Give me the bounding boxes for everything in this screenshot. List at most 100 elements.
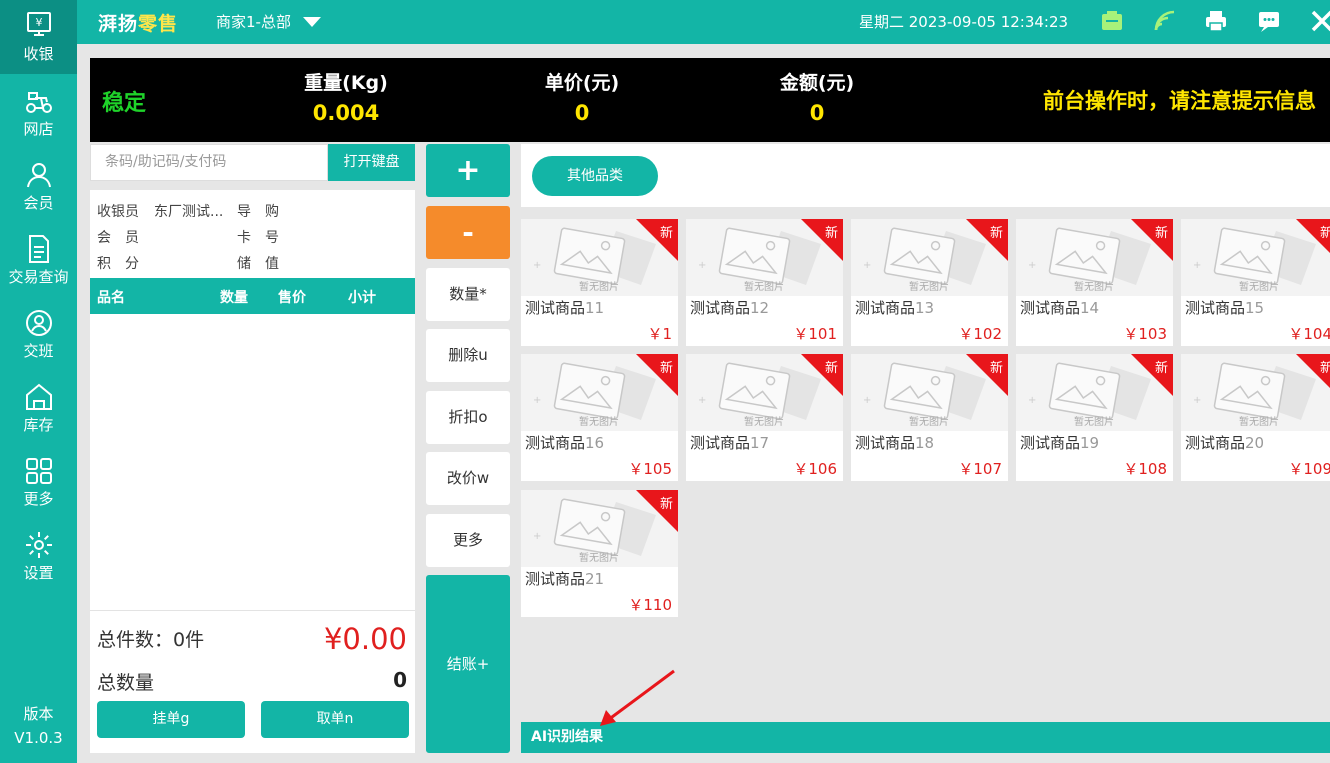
svg-text:+: + (698, 260, 706, 271)
nav-item-cashier[interactable]: ¥ 收银 (0, 0, 77, 74)
nav-item-more[interactable]: 更多 (0, 445, 77, 519)
category-bar: 其他品类 (521, 144, 1330, 207)
wifi-icon[interactable] (1152, 8, 1178, 34)
sidebar: ¥ 收银 网店 会员 交易查询 交班 库存 更多 设置 版本 V1.0.3 (0, 0, 77, 763)
new-badge-label: 新 (1154, 226, 1168, 241)
product-name: 测试商品18 (855, 432, 934, 453)
new-badge-label: 新 (824, 361, 838, 376)
nav-item-transactions[interactable]: 交易查询 (0, 223, 77, 297)
app-name: 湃扬零售 (98, 9, 178, 36)
delete-button[interactable]: 删除u (426, 329, 510, 382)
svg-text:暂无图片: 暂无图片 (1239, 280, 1279, 293)
product-name-text: 测试商品 (690, 299, 751, 317)
svg-text:+: + (1028, 395, 1036, 406)
checkout-button[interactable]: 结账+ (426, 575, 510, 753)
version-label: 版本 (23, 705, 54, 723)
svg-text:暂无图片: 暂无图片 (1074, 280, 1114, 293)
svg-text:暂无图片: 暂无图片 (579, 280, 619, 293)
new-badge-label: 新 (659, 226, 673, 241)
barcode-search-input[interactable]: 条码/助记码/支付码 (90, 144, 328, 181)
discount-button[interactable]: 折扣o (426, 391, 510, 444)
total-items-value: 0件 (173, 629, 205, 651)
nav-item-shift[interactable]: 交班 (0, 297, 77, 371)
product-number: 21 (585, 570, 605, 588)
nav-item-settings[interactable]: 设置 (0, 519, 77, 593)
product-name: 测试商品15 (1185, 297, 1264, 318)
nav-item-member[interactable]: 会员 (0, 149, 77, 223)
product-number: 14 (1080, 299, 1100, 317)
points-label: 积 分 (97, 256, 139, 272)
product-card[interactable]: + 暂无图片 新测试商品17 ￥106 (686, 354, 843, 481)
subtract-button[interactable]: - (426, 206, 510, 259)
svg-text:暂无图片: 暂无图片 (909, 280, 949, 293)
scale-display: 稳定 重量(Kg) 0.004 单价(元) 0 金额(元) 0 前台操作时，请注… (90, 58, 1330, 142)
product-price: ￥102 (958, 325, 1002, 343)
total-qty-value: 0 (393, 668, 407, 692)
product-name: 测试商品16 (525, 432, 604, 453)
guide-label: 导 购 (237, 204, 279, 220)
retrieve-order-button[interactable]: 取单n (261, 701, 409, 738)
order-info-panel: 收银员 东厂测试... 导 购 会 员 卡 号 积 分 储 值 (90, 190, 415, 278)
product-name-text: 测试商品 (525, 299, 586, 317)
change-price-button[interactable]: 改价w (426, 452, 510, 505)
svg-text:暂无图片: 暂无图片 (579, 551, 619, 564)
svg-text:暂无图片: 暂无图片 (744, 415, 784, 428)
close-icon[interactable] (1309, 8, 1330, 34)
cart-table-header: 品名 数量 售价 小计 (90, 278, 415, 314)
annotation-arrow (600, 669, 675, 726)
product-price: ￥110 (628, 596, 672, 614)
product-card[interactable]: + 暂无图片 新测试商品11 ￥1 (521, 219, 678, 346)
product-card[interactable]: + 暂无图片 新测试商品13 ￥102 (851, 219, 1008, 346)
product-name: 测试商品17 (690, 432, 769, 453)
document-icon (28, 235, 49, 263)
merchant-selector[interactable]: 商家1-总部 (216, 11, 321, 32)
amount-section: 金额(元) 0 (757, 68, 877, 125)
product-card[interactable]: + 暂无图片 新测试商品14 ￥103 (1016, 219, 1173, 346)
product-price: ￥107 (958, 460, 1002, 478)
product-card[interactable]: + 暂无图片 新测试商品21 ￥110 (521, 490, 678, 617)
svg-text:暂无图片: 暂无图片 (744, 280, 784, 293)
product-price: ￥106 (793, 460, 837, 478)
message-icon[interactable] (1256, 8, 1282, 34)
product-number: 15 (1245, 299, 1265, 317)
svg-text:¥: ¥ (35, 16, 42, 29)
product-price: ￥109 (1288, 460, 1330, 478)
svg-text:+: + (533, 395, 541, 406)
cart-summary: 总件数：0件 ¥0.00 总数量 0 挂单g 取单n (90, 610, 415, 753)
product-card[interactable]: + 暂无图片 新测试商品18 ￥107 (851, 354, 1008, 481)
open-keyboard-button[interactable]: 打开键盘 (328, 144, 415, 181)
product-card[interactable]: + 暂无图片 新测试商品16 ￥105 (521, 354, 678, 481)
add-button[interactable]: + (426, 144, 510, 197)
nav-label: 网店 (23, 120, 54, 138)
nav-item-inventory[interactable]: 库存 (0, 371, 77, 445)
svg-text:+: + (698, 395, 706, 406)
printer-icon[interactable] (1203, 8, 1229, 34)
user-icon (26, 163, 51, 188)
new-badge-label: 新 (1319, 361, 1330, 376)
product-price: ￥1 (647, 325, 672, 343)
product-name-text: 测试商品 (1185, 434, 1246, 452)
product-card[interactable]: + 暂无图片 新测试商品12 ￥101 (686, 219, 843, 346)
nav-item-online-store[interactable]: 网店 (0, 75, 77, 149)
product-number: 17 (750, 434, 770, 452)
cash-register-icon: ¥ (26, 12, 51, 36)
nav-label: 更多 (23, 490, 54, 508)
product-card[interactable]: + 暂无图片 新测试商品15 ￥104 (1181, 219, 1330, 346)
new-badge-label: 新 (989, 226, 1003, 241)
unit-price-value: 0 (574, 101, 590, 125)
product-card[interactable]: + 暂无图片 新测试商品20 ￥109 (1181, 354, 1330, 481)
quantity-button[interactable]: 数量* (426, 268, 510, 321)
column-header: 小计 (348, 290, 376, 306)
product-card[interactable]: + 暂无图片 新测试商品19 ￥108 (1016, 354, 1173, 481)
cash-box-icon[interactable] (1099, 8, 1125, 34)
category-other[interactable]: 其他品类 (532, 156, 658, 196)
new-badge-label: 新 (989, 361, 1003, 376)
cart-table-body[interactable] (90, 314, 415, 610)
version-info: 版本 V1.0.3 (0, 702, 77, 750)
hold-order-button[interactable]: 挂单g (97, 701, 245, 738)
product-price: ￥108 (1123, 460, 1167, 478)
gear-icon (25, 532, 52, 558)
more-button[interactable]: 更多 (426, 514, 510, 567)
weight-label: 重量(Kg) (304, 72, 388, 94)
scale-status: 稳定 (102, 91, 147, 116)
